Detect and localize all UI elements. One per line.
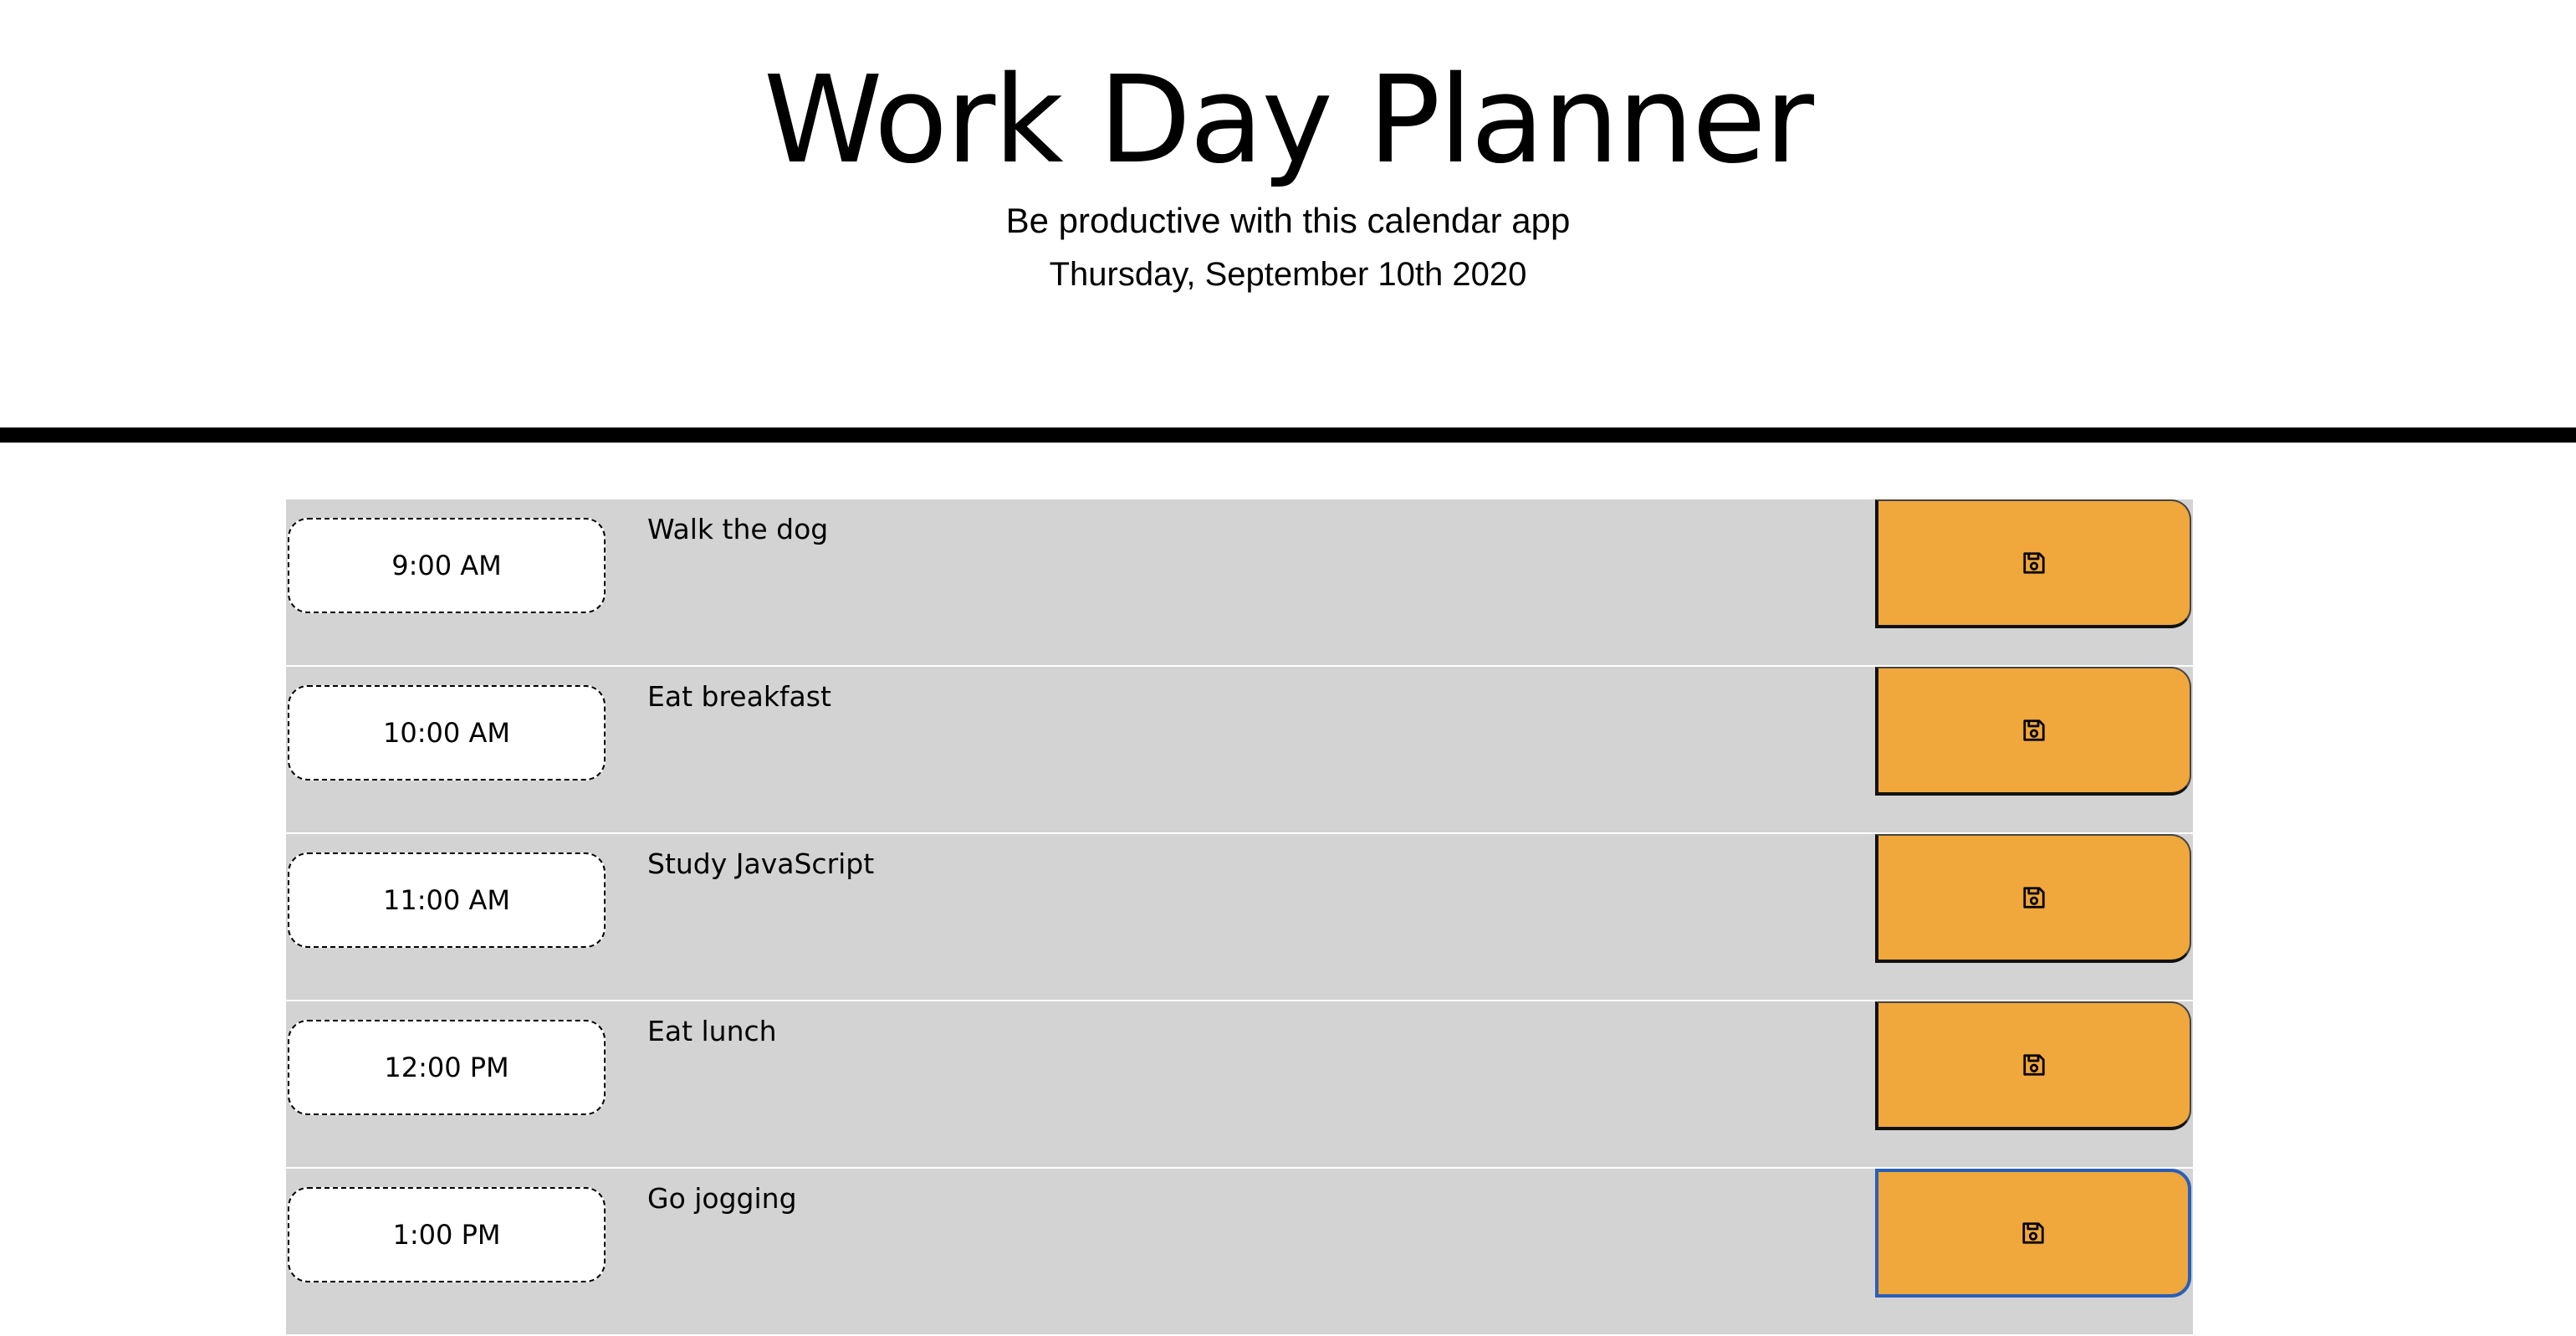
time-block: 1:00 PM Go jogging: [286, 1169, 2193, 1336]
hour-label: 11:00 AM: [288, 852, 606, 948]
save-button[interactable]: [1875, 499, 2191, 628]
save-icon: [2023, 719, 2045, 741]
save-button[interactable]: [1875, 1001, 2191, 1130]
hour-label: 10:00 AM: [288, 685, 606, 781]
time-block: 9:00 AM Walk the dog: [286, 499, 2193, 667]
time-block: 12:00 PM Eat lunch: [286, 1001, 2193, 1169]
header: Work Day Planner Be productive with this…: [0, 0, 2576, 443]
save-icon: [2022, 1222, 2044, 1244]
hour-label: 12:00 PM: [288, 1020, 606, 1115]
save-button[interactable]: [1875, 667, 2191, 796]
page-title: Work Day Planner: [764, 49, 1814, 190]
time-block: 11:00 AM Study JavaScript: [286, 834, 2193, 1001]
time-block-list: 9:00 AM Walk the dog 10:00 AM Eat breakf…: [286, 499, 2193, 1336]
save-button[interactable]: [1875, 1169, 2191, 1298]
page-subtitle: Be productive with this calendar app: [1005, 201, 1571, 240]
save-icon: [2023, 1054, 2045, 1076]
time-block: 10:00 AM Eat breakfast: [286, 667, 2193, 834]
current-day: Thursday, September 10th 2020: [1049, 256, 1527, 293]
save-icon: [2023, 887, 2045, 909]
hour-label: 9:00 AM: [288, 518, 606, 613]
save-icon: [2023, 552, 2045, 574]
hour-label: 1:00 PM: [288, 1187, 606, 1282]
save-button[interactable]: [1875, 834, 2191, 963]
